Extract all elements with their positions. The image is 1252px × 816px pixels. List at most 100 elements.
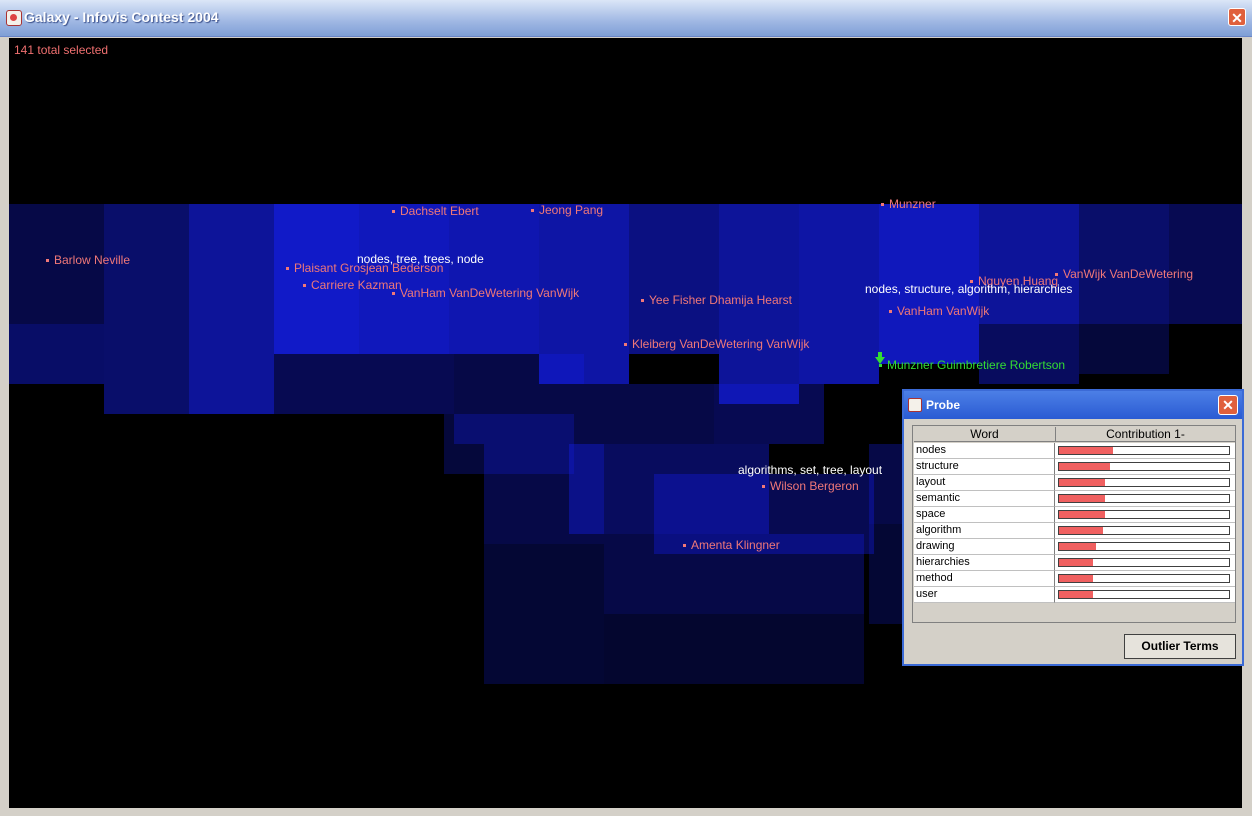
column-header-contribution[interactable]: Contribution 1- xyxy=(1056,427,1235,442)
density-tile xyxy=(1079,324,1169,374)
document-label: Jeong Pang xyxy=(539,203,604,217)
theme-label: nodes, tree, trees, node xyxy=(357,252,484,266)
density-tile xyxy=(1169,204,1242,324)
contribution-bar-frame xyxy=(1058,462,1230,471)
document-point[interactable]: Wilson Bergeron xyxy=(762,479,859,493)
point-marker xyxy=(531,209,534,213)
document-point[interactable]: Carriere Kazman xyxy=(303,278,402,292)
document-label: Dachselt Ebert xyxy=(400,204,479,218)
word-cell: user xyxy=(914,587,1055,603)
theme-label: algorithms, set, tree, layout xyxy=(738,463,883,477)
point-marker xyxy=(683,544,686,548)
table-row[interactable]: semantic xyxy=(914,491,1235,507)
probe-title: Probe xyxy=(926,398,961,412)
density-tile xyxy=(714,384,824,444)
table-row[interactable]: layout xyxy=(914,475,1235,491)
document-point[interactable]: Kleiberg VanDeWetering VanWijk xyxy=(624,337,809,351)
contribution-bar-frame xyxy=(1058,558,1230,567)
document-point[interactable]: Barlow Neville xyxy=(46,253,130,267)
word-cell: algorithm xyxy=(914,523,1055,539)
point-marker xyxy=(392,292,395,296)
column-header-word[interactable]: Word xyxy=(914,427,1056,442)
point-marker xyxy=(303,284,306,288)
contribution-bar-frame xyxy=(1058,478,1230,487)
document-point[interactable]: VanHam VanDeWetering VanWijk xyxy=(392,286,579,300)
table-row[interactable]: nodes xyxy=(914,443,1235,459)
document-label: Barlow Neville xyxy=(54,253,131,267)
contribution-cell xyxy=(1055,555,1235,571)
point-marker xyxy=(624,343,627,347)
table-row[interactable]: method xyxy=(914,571,1235,587)
document-label: Amenta Klingner xyxy=(691,538,780,552)
contribution-bar xyxy=(1059,575,1093,582)
galaxy-window: Galaxy - Infovis Contest 2004 ✕ 141 tota… xyxy=(0,0,1252,816)
window-title: Galaxy - Infovis Contest 2004 xyxy=(24,9,219,25)
contribution-bar xyxy=(1059,511,1105,518)
point-marker xyxy=(879,364,882,368)
contribution-bar xyxy=(1059,479,1105,486)
contribution-bar-frame xyxy=(1058,510,1230,519)
document-point[interactable]: VanHam VanWijk xyxy=(889,304,989,318)
table-row[interactable]: hierarchies xyxy=(914,555,1235,571)
document-label: Wilson Bergeron xyxy=(770,479,859,493)
contribution-bar-frame xyxy=(1058,446,1230,455)
density-tile xyxy=(484,544,604,684)
contribution-bar xyxy=(1059,447,1113,454)
point-marker xyxy=(889,310,892,314)
table-row[interactable]: drawing xyxy=(914,539,1235,555)
contribution-cell xyxy=(1055,571,1235,587)
probe-close-button[interactable]: ✕ xyxy=(1218,395,1238,415)
document-label: Carriere Kazman xyxy=(311,278,402,292)
density-tile xyxy=(189,204,274,414)
document-point-selected[interactable]: Munzner Guimbretiere Robertson xyxy=(879,358,1065,372)
contribution-bar xyxy=(1059,559,1093,566)
word-cell: drawing xyxy=(914,539,1055,555)
contribution-cell xyxy=(1055,491,1235,507)
contribution-bar-frame xyxy=(1058,590,1230,599)
point-marker xyxy=(286,267,289,271)
word-cell: hierarchies xyxy=(914,555,1055,571)
theme-label: nodes, structure, algorithm, hierarchies xyxy=(865,282,1073,296)
density-tile xyxy=(604,614,864,684)
table-row[interactable]: space xyxy=(914,507,1235,523)
contribution-bar-frame xyxy=(1058,542,1230,551)
table-row[interactable]: user xyxy=(914,587,1235,603)
table-row[interactable]: structure xyxy=(914,459,1235,475)
point-marker xyxy=(641,299,644,303)
table-row[interactable]: algorithm xyxy=(914,523,1235,539)
document-point[interactable]: Munzner xyxy=(881,197,936,211)
contribution-cell xyxy=(1055,507,1235,523)
point-marker xyxy=(762,485,765,489)
contribution-bar xyxy=(1059,527,1103,534)
java-app-icon xyxy=(908,398,922,412)
word-cell: structure xyxy=(914,459,1055,475)
document-point[interactable]: VanWijk VanDeWetering xyxy=(1055,267,1193,281)
contribution-bar-frame xyxy=(1058,574,1230,583)
document-point[interactable]: Dachselt Ebert xyxy=(392,204,479,218)
document-point[interactable]: Amenta Klingner xyxy=(683,538,780,552)
document-point[interactable]: Yee Fisher Dhamija Hearst xyxy=(641,293,792,307)
document-label: Yee Fisher Dhamija Hearst xyxy=(649,293,792,307)
document-label: VanHam VanWijk xyxy=(897,304,990,318)
contribution-bar-frame xyxy=(1058,526,1230,535)
word-cell: layout xyxy=(914,475,1055,491)
window-frame-bottom xyxy=(0,808,1252,816)
density-tile xyxy=(979,204,1079,324)
document-label: Munzner xyxy=(889,197,936,211)
probe-titlebar[interactable]: Probe ✕ xyxy=(904,391,1242,419)
contribution-cell xyxy=(1055,475,1235,491)
window-titlebar[interactable]: Galaxy - Infovis Contest 2004 ✕ xyxy=(0,0,1252,37)
contribution-cell xyxy=(1055,587,1235,603)
contribution-bar xyxy=(1059,591,1093,598)
density-tile xyxy=(449,204,539,354)
document-label: Munzner Guimbretiere Robertson xyxy=(887,358,1066,372)
point-marker xyxy=(392,210,395,214)
density-tile xyxy=(9,324,104,384)
point-marker xyxy=(881,203,884,207)
outlier-terms-button[interactable]: Outlier Terms xyxy=(1124,634,1236,659)
point-marker xyxy=(46,259,49,263)
window-close-button[interactable]: ✕ xyxy=(1228,8,1246,26)
document-point[interactable]: Jeong Pang xyxy=(531,203,603,217)
probe-window: Probe ✕ Word Contribution 1- nodes struct… xyxy=(902,389,1244,666)
contribution-bar xyxy=(1059,495,1105,502)
